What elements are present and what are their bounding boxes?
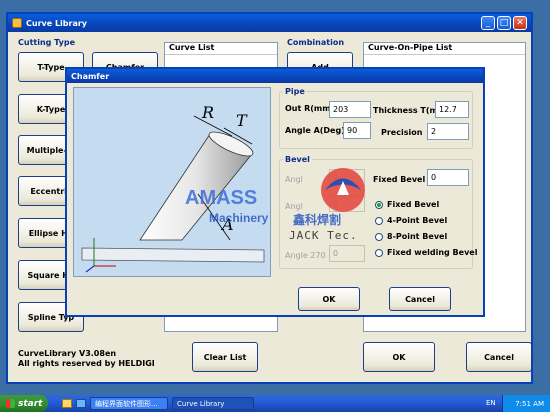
- chamfer-illustration: R T A: [73, 87, 271, 277]
- radio-label: Fixed welding Bevel: [387, 248, 478, 257]
- angle-input[interactable]: 90: [343, 122, 371, 139]
- start-button[interactable]: start: [0, 395, 48, 412]
- task-curve-library[interactable]: Curve Library: [172, 397, 254, 410]
- radio-dot: [375, 216, 383, 225]
- pipe-diagram: R T A: [81, 103, 265, 273]
- version-text: CurveLibrary V3.08en: [18, 349, 117, 358]
- start-label: start: [18, 398, 43, 409]
- maximize-button[interactable]: □: [497, 16, 511, 30]
- clear-list-button[interactable]: Clear List: [192, 342, 258, 372]
- app-icon: [12, 18, 22, 28]
- task-curve-library-label: Curve Library: [177, 399, 225, 408]
- pipe-group-label: Pipe: [283, 87, 307, 96]
- label-t: T: [236, 111, 248, 130]
- radio-fixed-welding-bevel[interactable]: Fixed welding Bevel: [375, 248, 477, 257]
- label-a: A: [220, 215, 234, 234]
- pipe-group: [279, 91, 473, 149]
- thickness-input[interactable]: 12.7: [435, 101, 469, 118]
- combination-label: Combination: [287, 38, 345, 47]
- task-editor-label: 编程界面软件图形...: [95, 399, 158, 408]
- quicklaunch-icon[interactable]: [62, 399, 72, 408]
- label-r: R: [201, 103, 214, 122]
- curve-list-header: Curve List: [165, 43, 277, 55]
- radio-dot: [375, 248, 383, 257]
- radio-8-point-bevel[interactable]: 8-Point Bevel: [375, 232, 447, 241]
- dialog-ok-button[interactable]: OK: [298, 287, 360, 311]
- minimize-button[interactable]: _: [481, 16, 495, 30]
- angle-270-label: Angle 270: [285, 251, 326, 260]
- radio-4-point-bevel[interactable]: 4-Point Bevel: [375, 216, 447, 225]
- angle-90-label: Angl: [285, 202, 303, 211]
- precision-input[interactable]: 2: [427, 123, 469, 140]
- angle-90-input: 0: [329, 195, 365, 212]
- dialog-title: Chamfer: [71, 71, 110, 81]
- main-title-bar[interactable]: Curve Library: [8, 14, 531, 32]
- dialog-title-bar[interactable]: Chamfer: [67, 69, 483, 83]
- radio-dot: [375, 232, 383, 241]
- radio-fixed-bevel[interactable]: Fixed Bevel: [375, 200, 439, 209]
- main-title: Curve Library: [26, 18, 88, 28]
- radio-dot: [375, 200, 383, 209]
- taskbar: start 编程界面软件图形... Curve Library EN 7:51 …: [0, 395, 550, 412]
- bevel-group-label: Bevel: [283, 155, 312, 164]
- angle-0-input: 0: [329, 169, 365, 186]
- cutting-type-label: Cutting Type: [18, 38, 76, 47]
- angle-270-input: 0: [329, 245, 365, 262]
- dialog-cancel-button[interactable]: Cancel: [389, 287, 451, 311]
- task-editor[interactable]: 编程界面软件图形...: [90, 397, 168, 410]
- rights-text: All rights reserved by HELDIGI: [18, 359, 155, 368]
- base-plate: [81, 247, 265, 263]
- chamfer-dialog: Chamfer R T A Pipe Out R(mm) 203 Thickne…: [65, 67, 485, 317]
- outer-r-label: Out R(mm): [285, 104, 335, 113]
- outer-r-input[interactable]: 203: [329, 101, 371, 118]
- windows-logo-icon: [6, 399, 15, 408]
- radio-label: 4-Point Bevel: [387, 216, 448, 225]
- precision-label: Precision: [381, 128, 423, 137]
- main-ok-button[interactable]: OK: [363, 342, 435, 372]
- quicklaunch-icon[interactable]: [76, 399, 86, 408]
- radio-label: Fixed Bevel: [387, 200, 440, 209]
- clock: 7:51 AM: [515, 399, 544, 408]
- radio-label: 8-Point Bevel: [387, 232, 448, 241]
- curve-on-pipe-header: Curve-On-Pipe List: [364, 43, 525, 55]
- close-button[interactable]: ✕: [513, 16, 527, 30]
- angle-label: Angle A(Deg): [285, 126, 345, 135]
- fixed-bevel-label: Fixed Bevel: [373, 175, 426, 184]
- language-indicator[interactable]: EN: [486, 399, 496, 407]
- main-cancel-button[interactable]: Cancel: [466, 342, 532, 372]
- angle-0-label: Angl: [285, 175, 303, 184]
- system-tray: 7:51 AM: [502, 395, 550, 412]
- fixed-bevel-input[interactable]: 0: [427, 169, 469, 186]
